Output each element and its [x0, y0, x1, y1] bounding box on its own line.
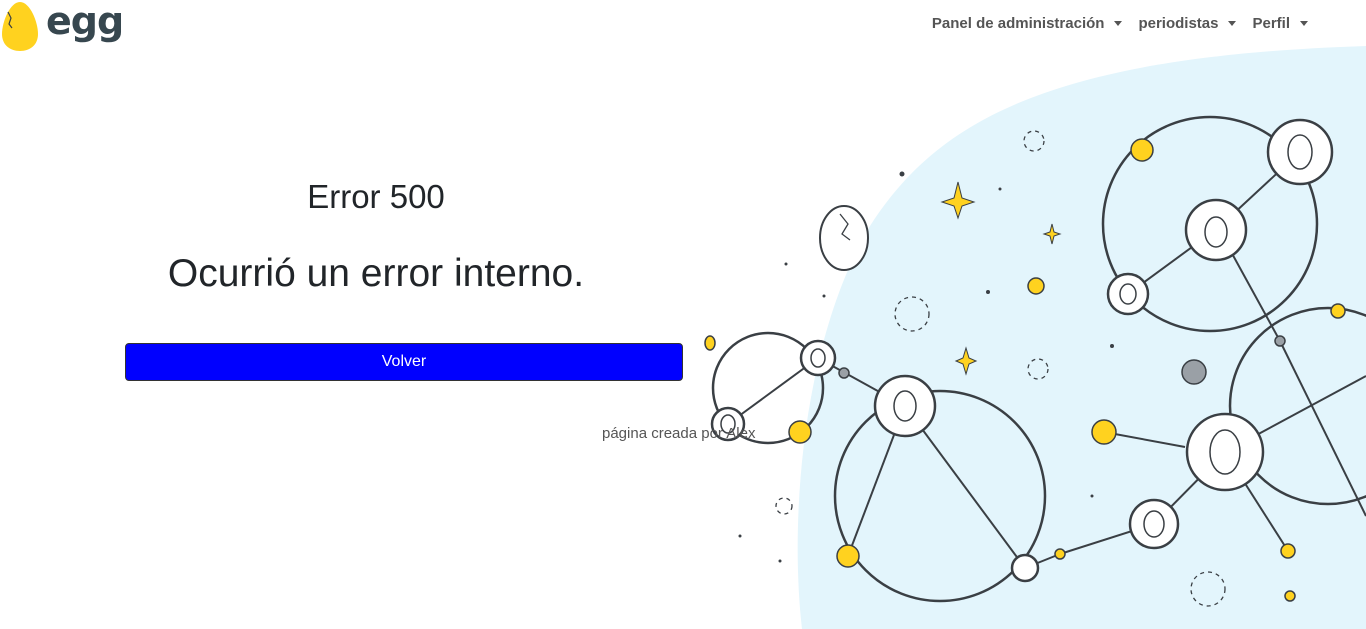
error-code-heading: Error 500: [307, 178, 445, 215]
nav-profile-dropdown[interactable]: Perfil: [1252, 15, 1308, 32]
caret-down-icon: [1114, 21, 1123, 26]
egg-logo-icon: [2, 2, 38, 51]
back-button[interactable]: Volver: [125, 343, 683, 381]
nav-admin-panel-label: Panel de administración: [931, 15, 1105, 32]
cracked-egg-outline: [819, 205, 869, 271]
error-content: Error 500 Ocurrió un error interno. Volv…: [0, 0, 820, 629]
caret-down-icon: [1300, 21, 1308, 26]
nav-journalists-dropdown[interactable]: periodistas: [1138, 15, 1237, 32]
caret-down-icon: [1228, 21, 1237, 26]
nav-admin-panel-dropdown[interactable]: Panel de administración: [932, 15, 1123, 32]
footer-credit: página creada por Alex: [602, 425, 756, 442]
error-message-heading: Ocurrió un error interno.: [167, 252, 585, 295]
main-nav: Panel de administración periodistas Perf…: [932, 15, 1308, 32]
brand-logo[interactable]: egg: [0, 0, 124, 52]
navbar: egg Panel de administración periodistas …: [0, 0, 1366, 52]
brand-name: egg: [46, 0, 124, 43]
nav-profile-label: Perfil: [1252, 15, 1290, 32]
nav-journalists-label: periodistas: [1138, 15, 1219, 32]
